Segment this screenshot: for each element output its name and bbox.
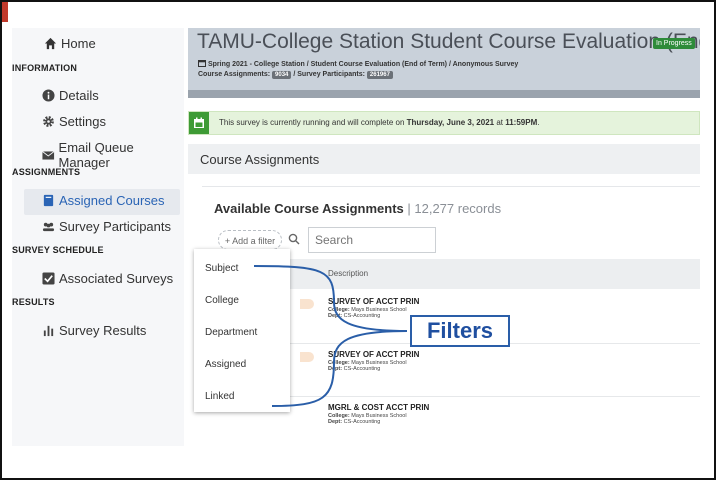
bar-chart-icon [43,325,54,337]
app-screenshot: Home INFORMATION Details Settings Email … [12,28,700,446]
course-dept: Dept: CS-Accounting [328,419,380,425]
header-divider [188,90,700,98]
page-title: TAMU-College Station Student Course Eval… [197,30,700,53]
calendar-icon [198,60,206,67]
filter-option-linked[interactable]: Linked [205,391,234,402]
header-counts: Course Assignments: 9034 / Survey Partic… [198,71,393,79]
course-title: MGRL & COST ACCT PRIN [328,403,430,412]
sidebar-item-details[interactable]: Details [42,88,99,103]
section-heading-survey-schedule: SURVEY SCHEDULE [12,245,104,255]
screenshot-frame: Home INFORMATION Details Settings Email … [0,0,716,480]
survey-participants-count: 261967 [366,71,393,79]
sidebar-item-label: Survey Participants [59,219,171,234]
search-input[interactable] [308,227,436,253]
section-heading-information: INFORMATION [12,63,78,73]
checkbox-icon [42,272,55,285]
sidebar-item-label: Details [59,88,99,103]
filter-option-department[interactable]: Department [205,327,257,338]
sidebar-item-label: Associated Surveys [59,271,174,286]
course-assignments-label: Course Assignments: [198,71,271,78]
filter-dropdown-menu: Subject College Department Assigned Link… [194,249,290,412]
red-corner-mark [2,2,8,22]
search-icon[interactable] [288,233,300,245]
table-row[interactable]: SURVEY OF ACCT PRIN College: Mays Busine… [218,344,700,397]
record-count: 12,277 records [414,201,502,216]
table-row[interactable]: MGRL & COST ACCT PRIN College: Mays Busi… [218,397,700,446]
sidebar-item-label: Survey Results [59,323,147,338]
table-header: Description [218,259,700,289]
dept-value: CS-Accounting [343,419,381,425]
sidebar-item-home[interactable]: Home [44,36,96,51]
sidebar-item-label: Email Queue Manager [58,140,134,170]
book-icon [43,194,54,207]
sidebar-item-label: Settings [59,114,106,129]
people-icon [42,222,55,232]
sidebar-item-assigned-courses[interactable]: Assigned Courses [42,193,165,208]
dept-label: Dept: [328,419,343,425]
dept-label: Dept: [328,366,343,372]
course-assignments-count: 9034 [272,71,292,79]
sidebar-item-label: Home [61,36,96,51]
calendar-icon [194,117,204,128]
breadcrumb-text: Spring 2021 - College Station / Student … [207,61,519,68]
survey-status-alert: This survey is currently running and wil… [188,111,700,135]
alert-time: 11:59PM [505,118,538,127]
sidebar-item-label: Assigned Courses [59,193,165,208]
alert-date: Thursday, June 3, 2021 [406,118,495,127]
filter-option-assigned[interactable]: Assigned [205,359,246,370]
course-title: SURVEY OF ACCT PRIN [328,297,420,306]
home-icon [44,37,57,50]
sidebar-item-survey-results[interactable]: Survey Results [42,323,146,338]
filter-option-subject[interactable]: Subject [205,263,238,274]
course-title: SURVEY OF ACCT PRIN [328,350,420,359]
alert-text-prefix: This survey is currently running and wil… [219,118,407,127]
dept-label: Dept: [328,313,343,319]
column-header-description[interactable]: Description [328,269,368,278]
sidebar-item-email-queue[interactable]: Email Queue Manager [42,140,184,170]
card-title: Available Course Assignments | 12,277 re… [214,201,501,216]
sidebar-item-settings[interactable]: Settings [42,114,106,129]
gear-icon [43,116,54,127]
card-title-separator: | [403,201,415,216]
row-status-marker [300,299,314,309]
card-title-text: Available Course Assignments [214,201,404,216]
info-icon [42,89,55,102]
sidebar: Home INFORMATION Details Settings Email … [12,28,184,446]
section-header: Course Assignments [188,144,700,174]
alert-text-mid: at [494,118,506,127]
section-heading-results: RESULTS [12,297,55,307]
add-filter-button[interactable]: + Add a filter [218,230,282,250]
sidebar-item-associated-surveys[interactable]: Associated Surveys [42,271,173,286]
filter-option-college[interactable]: College [205,295,239,306]
sidebar-item-survey-participants[interactable]: Survey Participants [42,219,171,234]
alert-message: This survey is currently running and wil… [219,118,539,127]
alert-text-suffix: . [537,118,540,127]
page-header: TAMU-College Station Student Course Eval… [188,28,700,98]
dept-value: CS-Accounting [343,313,381,319]
course-dept: Dept: CS-Accounting [328,313,380,319]
dept-value: CS-Accounting [343,366,381,372]
alert-icon-box [189,112,209,134]
row-status-marker [300,352,314,362]
filters-annotation-label: Filters [410,315,510,347]
section-title: Course Assignments [200,152,320,167]
section-heading-assignments: ASSIGNMENTS [12,167,81,177]
status-badge: In Progress [653,38,695,49]
envelope-icon [42,150,55,160]
survey-participants-label: / Survey Participants: [293,71,365,78]
breadcrumb[interactable]: Spring 2021 - College Station / Student … [198,59,518,68]
course-dept: Dept: CS-Accounting [328,366,380,372]
